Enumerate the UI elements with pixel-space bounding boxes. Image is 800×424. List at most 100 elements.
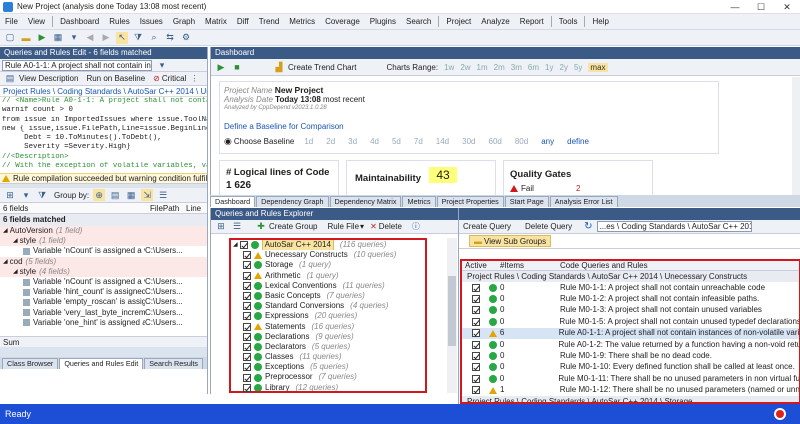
tree-node[interactable]: Variable 'nCount' is assigned a val C:\Us… bbox=[0, 246, 207, 256]
group-by-file-icon[interactable]: ▤ bbox=[109, 189, 121, 201]
rule-row[interactable]: 1 Rule M0-1-12: There shall be no unused … bbox=[462, 385, 799, 396]
rule-breadcrumb[interactable]: Project Rules \ Coding Standards \ AutoS… bbox=[0, 86, 207, 97]
chevron-down-icon[interactable]: ◢ bbox=[233, 240, 238, 250]
menu-metrics[interactable]: Metrics bbox=[284, 14, 320, 30]
tab-start-page[interactable]: Start Page bbox=[504, 196, 549, 207]
rule-group[interactable]: Storage (1 query) bbox=[233, 260, 427, 270]
col-items[interactable]: #Items bbox=[500, 261, 560, 270]
baseline-60d[interactable]: 60d bbox=[489, 137, 502, 146]
forward-icon[interactable]: ▶ bbox=[100, 32, 112, 44]
baseline-1d[interactable]: 1d bbox=[304, 137, 313, 146]
list-icon[interactable]: ☰ bbox=[157, 189, 169, 201]
group-checkbox[interactable] bbox=[243, 332, 251, 341]
chevron-down-icon[interactable]: ◢ bbox=[3, 257, 8, 267]
menu-issues[interactable]: Issues bbox=[135, 14, 168, 30]
menu-report[interactable]: Report bbox=[515, 14, 549, 30]
group-checkbox[interactable] bbox=[243, 292, 251, 301]
rule-row[interactable]: 0 Rule A0-1-2: The value returned by a fu… bbox=[462, 339, 799, 350]
rule-group[interactable]: Basic Concepts (7 queries) bbox=[233, 291, 427, 301]
explorer-scrollbar[interactable] bbox=[447, 238, 457, 393]
run-on-baseline-button[interactable]: Run on Baseline bbox=[86, 74, 145, 83]
group-checkbox[interactable] bbox=[243, 312, 251, 321]
create-group-button[interactable]: Create Group bbox=[269, 222, 317, 231]
tree-node[interactable]: Variable 'nCount' is assigned a val C:\Us… bbox=[0, 277, 207, 287]
view-sub-groups-button[interactable]: ▬ View Sub Groups bbox=[469, 235, 552, 247]
rule-name-field[interactable]: Rule A0-1-1: A project shall not contain… bbox=[2, 59, 152, 71]
rule-group[interactable]: Library (12 queries) bbox=[233, 383, 427, 393]
define-baseline-link[interactable]: Define a Baseline for Comparison bbox=[220, 112, 718, 131]
group-checkbox[interactable] bbox=[243, 322, 251, 331]
rule-row[interactable]: 0 Rule M0-1-9: There shall be no dead cod… bbox=[462, 350, 799, 361]
export-icon[interactable]: ⊞ bbox=[4, 189, 16, 201]
play-icon[interactable]: ▶ bbox=[215, 61, 227, 73]
menu-rules[interactable]: Rules bbox=[104, 14, 134, 30]
rule-row[interactable]: 0 Rule M0-1-11: There shall be no unused … bbox=[462, 373, 799, 384]
active-checkbox[interactable] bbox=[472, 352, 480, 361]
rule-group[interactable]: Arithmetic (1 query) bbox=[233, 271, 427, 281]
info-icon[interactable]: ⓘ bbox=[412, 221, 420, 232]
col-filepath[interactable]: FilePath bbox=[150, 204, 186, 213]
group-checkbox[interactable] bbox=[243, 373, 251, 382]
baseline-4d[interactable]: 4d bbox=[370, 137, 379, 146]
create-query-button[interactable]: Create Query bbox=[463, 222, 511, 231]
tab-class-browser[interactable]: Class Browser bbox=[2, 358, 59, 369]
range-3m[interactable]: 3m bbox=[511, 63, 522, 72]
baseline-define[interactable]: define bbox=[567, 137, 589, 146]
tab-search-results[interactable]: Search Results bbox=[144, 358, 204, 369]
delete-icon[interactable]: ✕ bbox=[370, 222, 377, 231]
rule-group[interactable]: Statements (16 queries) bbox=[233, 322, 427, 332]
chevron-down-icon[interactable]: ◢ bbox=[13, 267, 18, 277]
chevron-down-icon[interactable]: ◢ bbox=[3, 226, 8, 236]
active-checkbox[interactable] bbox=[472, 283, 480, 292]
baseline-30d[interactable]: 30d bbox=[462, 137, 475, 146]
rule-group[interactable]: Standard Conversions (4 queries) bbox=[233, 301, 427, 311]
col-fields[interactable]: 6 fields bbox=[0, 204, 150, 213]
create-trend-chart-button[interactable]: Create Trend Chart bbox=[288, 63, 356, 72]
menu-plugins[interactable]: Plugins bbox=[365, 14, 401, 30]
add-group-icon[interactable]: ✚ bbox=[255, 221, 267, 233]
active-checkbox[interactable] bbox=[472, 329, 480, 338]
baseline-3d[interactable]: 3d bbox=[348, 137, 357, 146]
menu-diff[interactable]: Diff bbox=[232, 14, 254, 30]
active-checkbox[interactable] bbox=[472, 363, 480, 372]
open-folder-icon[interactable]: ▬ bbox=[20, 32, 32, 44]
tab-dependency-matrix[interactable]: Dependency Matrix bbox=[329, 196, 402, 207]
filter-icon[interactable]: ⧩ bbox=[36, 189, 48, 201]
chevron-down-icon[interactable]: ▾ bbox=[360, 222, 364, 231]
chevron-down-icon[interactable]: ▾ bbox=[20, 189, 32, 201]
active-checkbox[interactable] bbox=[472, 317, 480, 326]
tree-node[interactable]: ◢ style (4 fields) bbox=[0, 266, 207, 277]
menu-search[interactable]: Search bbox=[401, 14, 436, 30]
active-checkbox[interactable] bbox=[472, 374, 480, 383]
rule-group[interactable]: Unecessary Constructs (10 queries) bbox=[233, 250, 427, 260]
delete-button[interactable]: Delete bbox=[379, 222, 402, 231]
new-project-icon[interactable]: ▢ bbox=[4, 32, 16, 44]
group-checkbox[interactable] bbox=[243, 271, 251, 280]
rule-row[interactable]: 0 Rule M0-1-1: A project shall not contai… bbox=[462, 282, 799, 293]
chevron-down-icon[interactable]: ▾ bbox=[68, 32, 80, 44]
tree-node[interactable]: Variable 'hint_count' is assigned a vaC:… bbox=[0, 287, 207, 297]
menu-help[interactable]: Help bbox=[587, 14, 613, 30]
rule-row[interactable]: 0 Rule M0-1-3: A project shall not contai… bbox=[462, 305, 799, 316]
group-checkbox[interactable] bbox=[243, 261, 251, 270]
baseline-any[interactable]: any bbox=[541, 137, 554, 146]
menu-tools[interactable]: Tools bbox=[554, 14, 583, 30]
rule-group[interactable]: ◢ AutoSar C++ 2014 (116 queries) bbox=[233, 240, 427, 251]
tree-node[interactable]: Variable 'very_last_byte_increment C:\Use… bbox=[0, 308, 207, 318]
list-icon[interactable]: ☰ bbox=[231, 221, 243, 233]
expand-all-icon[interactable]: ⇲ bbox=[141, 189, 154, 201]
group-checkbox[interactable] bbox=[243, 302, 251, 311]
chevron-down-icon[interactable]: ◢ bbox=[13, 236, 18, 246]
rule-file-menu[interactable]: Rule File bbox=[327, 222, 359, 231]
range-1y[interactable]: 1y bbox=[545, 63, 553, 72]
group-checkbox[interactable] bbox=[239, 241, 248, 250]
active-checkbox[interactable] bbox=[472, 306, 480, 315]
tree-node[interactable]: ◢ AutoVersion (1 field) bbox=[0, 226, 207, 237]
group-checkbox[interactable] bbox=[243, 281, 251, 290]
col-line[interactable]: Line bbox=[186, 204, 201, 213]
maximize-icon[interactable]: ☐ bbox=[748, 0, 774, 14]
menu-trend[interactable]: Trend bbox=[254, 14, 285, 30]
rule-group[interactable]: Expressions (20 queries) bbox=[233, 311, 427, 321]
dashboard-scrollbar[interactable] bbox=[792, 77, 800, 197]
group-checkbox[interactable] bbox=[243, 342, 251, 351]
